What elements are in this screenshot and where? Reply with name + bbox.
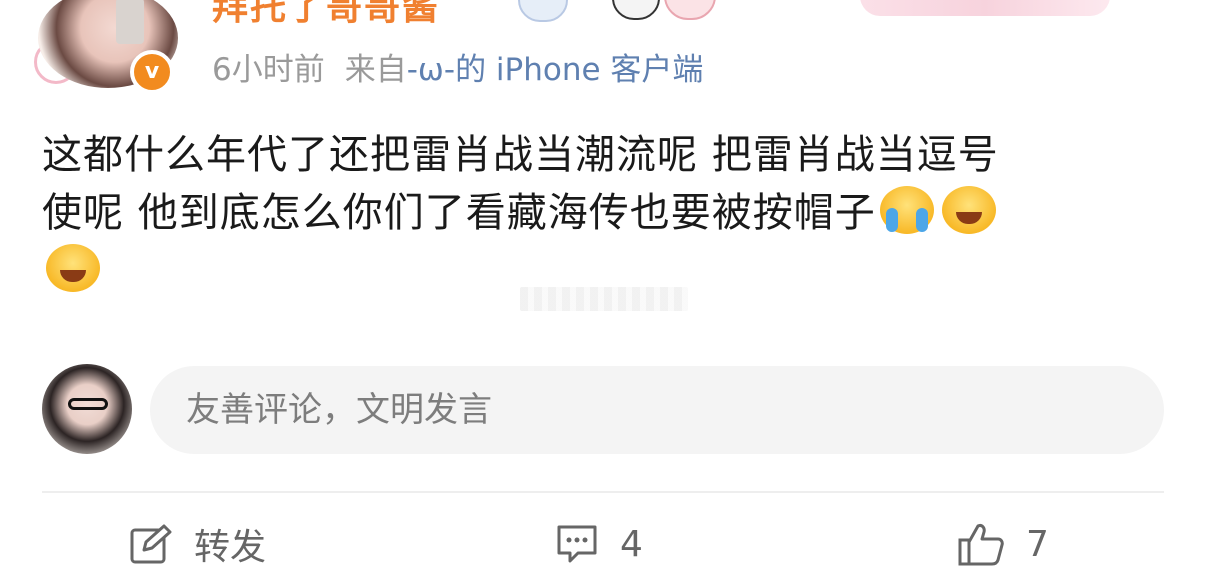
laughing-face-icon	[941, 186, 996, 234]
thumbs-up-icon	[958, 522, 1004, 566]
like-button[interactable]: 7	[958, 520, 1049, 568]
post-text: 这都什么年代了还把雷肖战当潮流呢 把雷肖战当逗号 使呢 他到底怎么你们了看藏海传…	[42, 126, 1182, 300]
comment-icon	[556, 524, 598, 564]
laughing-face-icon	[46, 244, 100, 292]
header-decoration	[860, 0, 1110, 16]
panda-sticker-icon	[612, 0, 660, 20]
post-text-line: 使呢 他到底怎么你们了看藏海传也要被按帽子	[42, 190, 876, 236]
cat-sticker-icon	[664, 0, 716, 20]
comment-input[interactable]	[150, 366, 1164, 454]
current-user-avatar[interactable]	[42, 364, 132, 454]
watermark-stripe	[520, 287, 688, 311]
decorative-sticker-icon	[518, 0, 568, 22]
verified-badge-icon: v	[130, 50, 174, 94]
like-count: 7	[1026, 523, 1049, 565]
author-username[interactable]: 拜托了哥哥酱	[212, 0, 440, 30]
post-meta: 6小时前 来自-ω-的 iPhone 客户端	[212, 44, 703, 89]
post-text-line: 这都什么年代了还把雷肖战当潮流呢 把雷肖战当逗号	[42, 132, 999, 178]
post-source-prefix: 来自	[344, 52, 407, 88]
comment-count: 4	[620, 523, 643, 565]
repost-icon	[130, 524, 172, 564]
repost-button[interactable]: 转发	[130, 520, 266, 568]
comment-button[interactable]: 4	[556, 520, 643, 568]
post-time: 6小时前	[212, 52, 325, 88]
post-source-client[interactable]: -ω-的 iPhone 客户端	[407, 52, 704, 88]
divider	[42, 491, 1164, 493]
repost-label: 转发	[194, 527, 267, 568]
crying-face-icon	[879, 186, 934, 234]
